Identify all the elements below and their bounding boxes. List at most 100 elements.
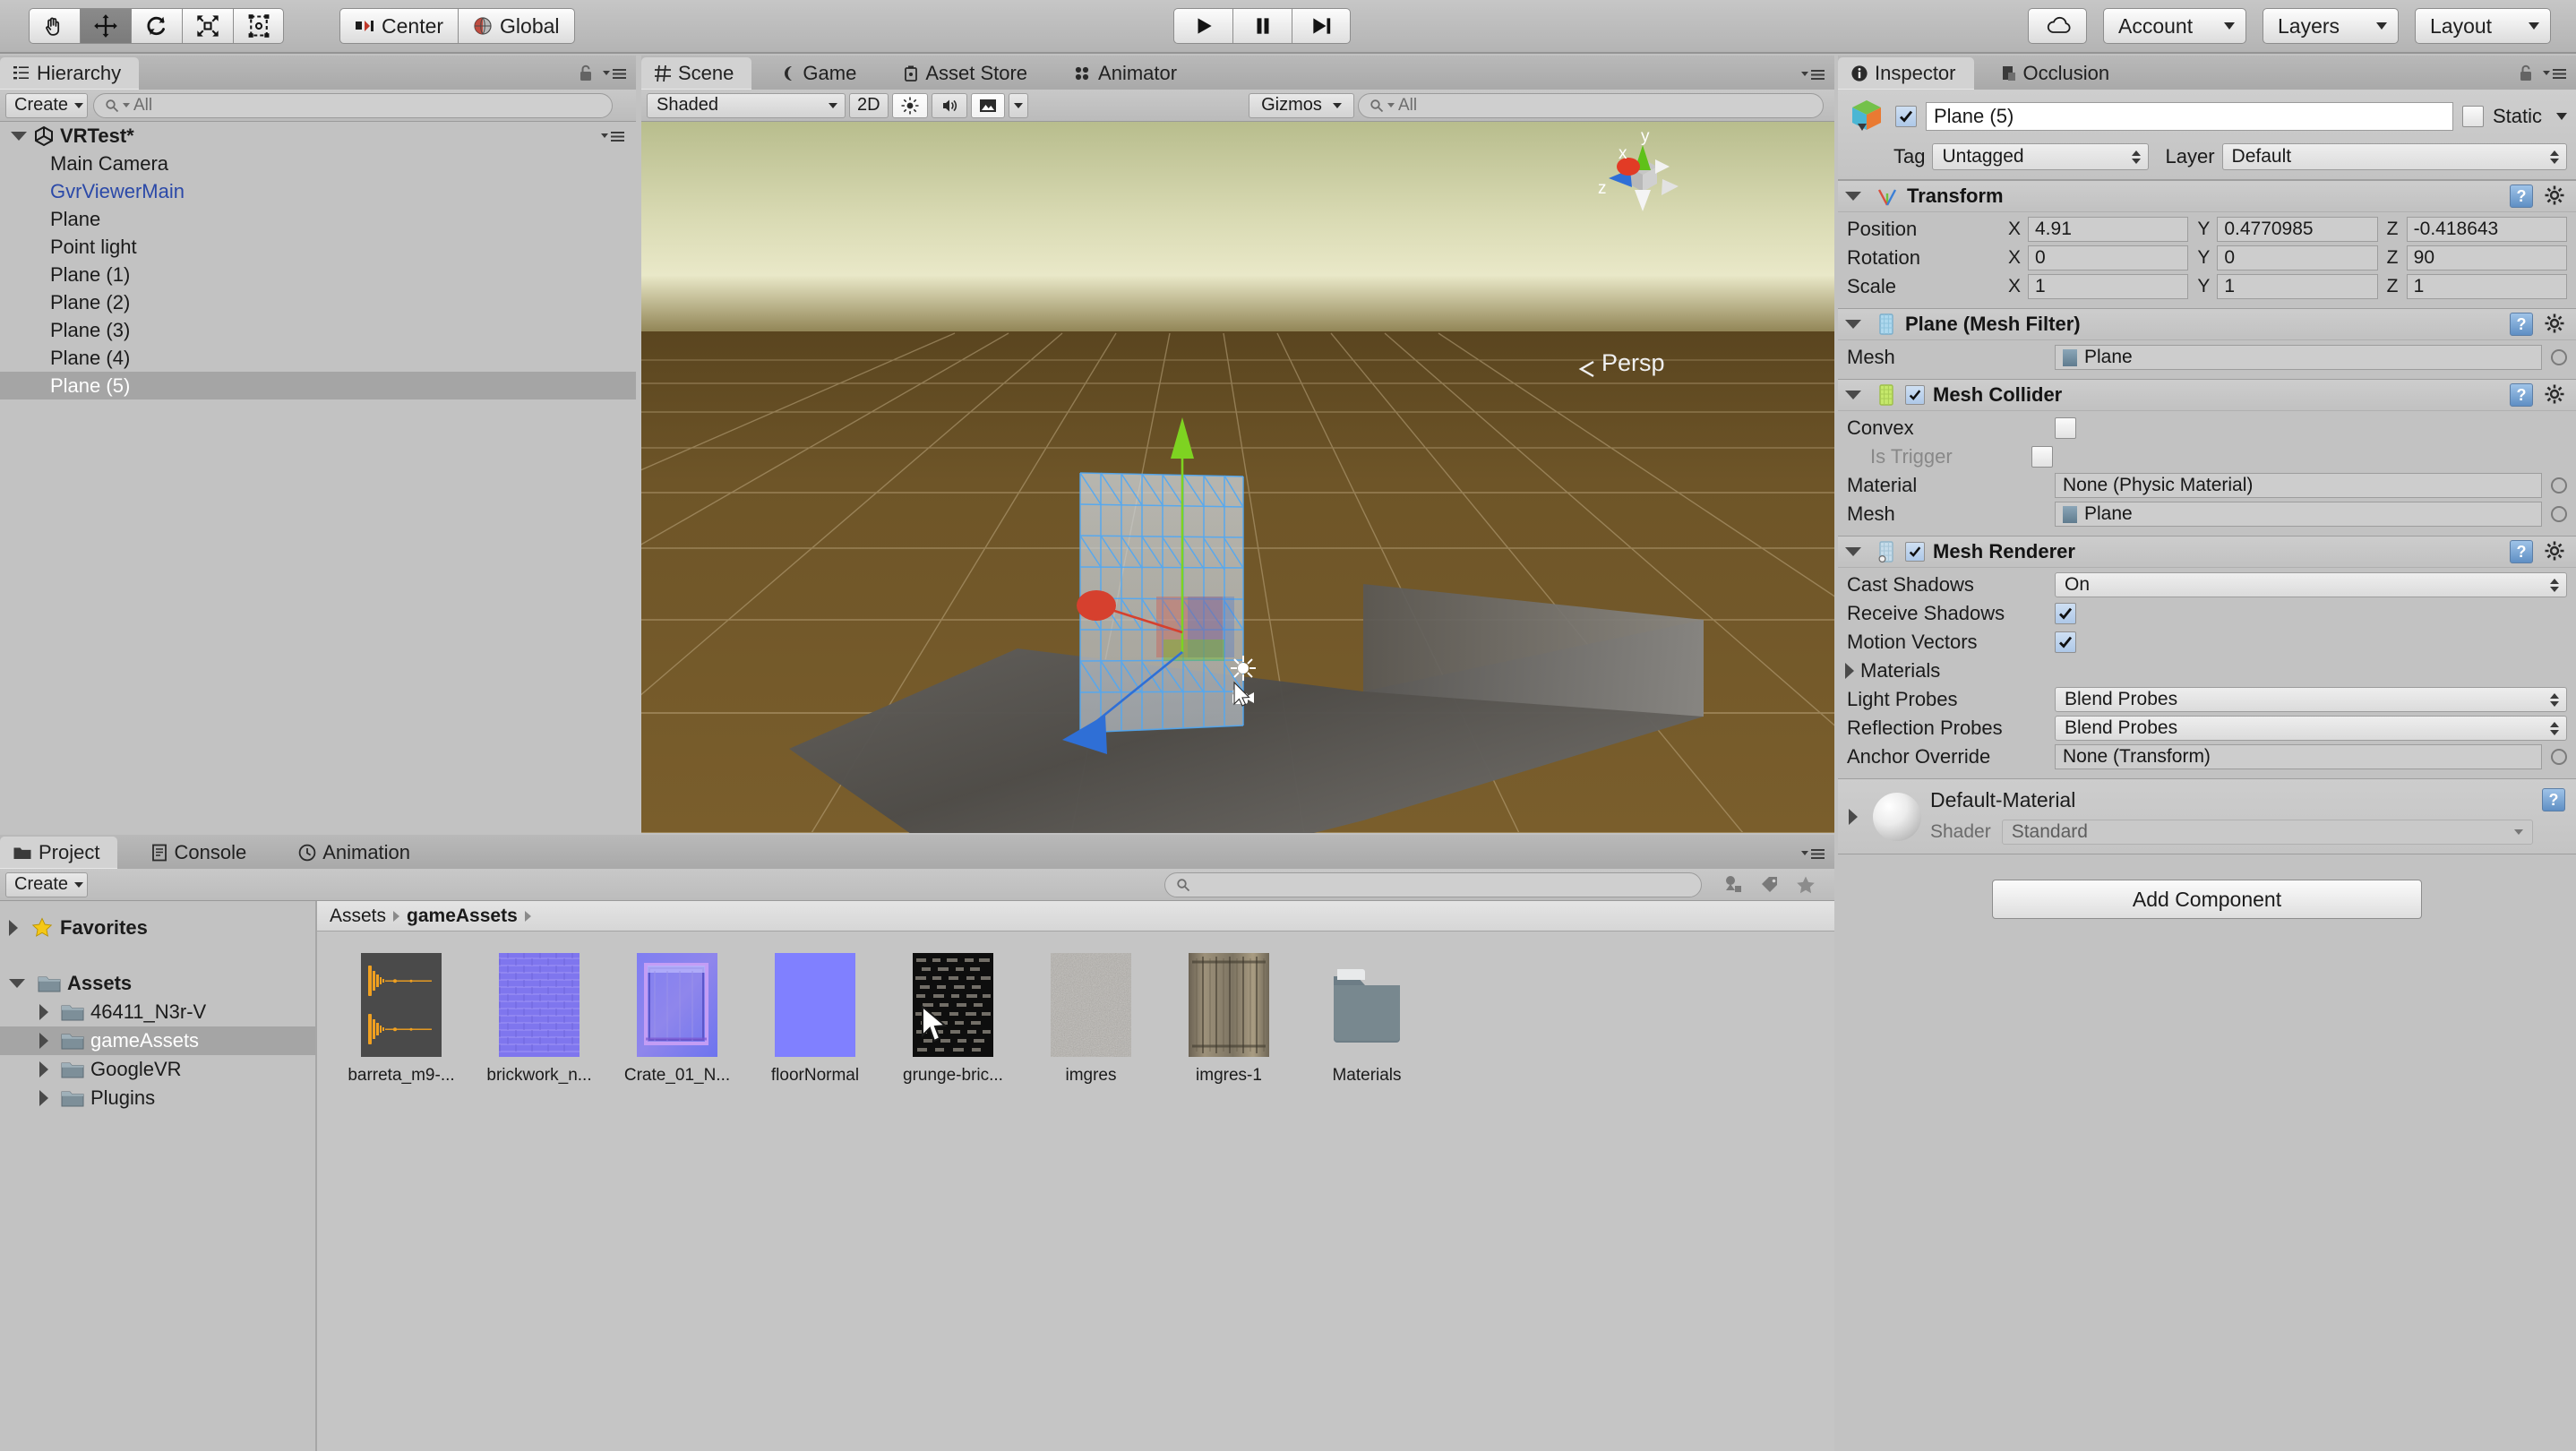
layout-dropdown[interactable]: Layout: [2415, 8, 2551, 44]
project-folder-row[interactable]: Plugins: [0, 1084, 315, 1112]
chevron-down-icon[interactable]: [2556, 113, 2567, 120]
hand-tool-button[interactable]: [29, 8, 80, 44]
gizmos-dropdown[interactable]: Gizmos: [1249, 93, 1354, 118]
tab-asset-store[interactable]: Asset Store: [890, 57, 1045, 90]
triangle-down-icon[interactable]: [1845, 391, 1861, 399]
asset-grid[interactable]: barreta_m9-...brickwork_n...Crate_01_N..…: [317, 932, 1834, 1107]
mesh-renderer-component-header[interactable]: Mesh Renderer ?: [1838, 536, 2576, 568]
reflection-probes-dropdown[interactable]: Blend Probes: [2055, 716, 2567, 741]
gameobject-enabled-checkbox[interactable]: [1895, 106, 1917, 127]
help-icon[interactable]: ?: [2510, 540, 2533, 563]
hierarchy-item[interactable]: Plane (1): [0, 261, 636, 288]
toggle-2d-button[interactable]: 2D: [849, 93, 889, 118]
mesh-renderer-enabled-checkbox[interactable]: [1905, 542, 1925, 562]
layer-dropdown[interactable]: Default: [2222, 143, 2567, 170]
panel-menu-icon[interactable]: [1800, 65, 1825, 83]
axis-z-input[interactable]: 1: [2407, 274, 2567, 299]
hierarchy-item[interactable]: Plane (4): [0, 344, 636, 372]
label-filter-icon[interactable]: [1759, 874, 1781, 896]
gear-icon[interactable]: [2544, 185, 2567, 208]
tab-inspector[interactable]: Inspector: [1838, 57, 1974, 90]
object-picker-icon[interactable]: [2551, 477, 2567, 494]
gizmo-plane-xz[interactable]: [1163, 640, 1224, 661]
asset-cell[interactable]: imgres: [1034, 953, 1148, 1086]
hierarchy-item[interactable]: Main Camera: [0, 150, 636, 177]
scene-search-input[interactable]: All: [1358, 93, 1824, 118]
help-icon[interactable]: ?: [2510, 313, 2533, 336]
tag-dropdown[interactable]: Untagged: [1932, 143, 2149, 170]
material-preview-block[interactable]: Default-Material Shader Standard ?: [1838, 778, 2576, 854]
add-component-button[interactable]: Add Component: [1992, 880, 2422, 919]
triangle-right-icon[interactable]: [1849, 809, 1858, 825]
project-search-input[interactable]: [1164, 872, 1702, 897]
help-icon[interactable]: ?: [2542, 788, 2565, 811]
axis-z-input[interactable]: -0.418643: [2407, 217, 2567, 242]
projection-mode-toggle[interactable]: Persp: [1581, 349, 1665, 376]
layers-dropdown[interactable]: Layers: [2263, 8, 2399, 44]
hierarchy-search-input[interactable]: All: [93, 93, 613, 118]
favorite-filter-icon[interactable]: [1795, 874, 1816, 896]
triangle-right-icon[interactable]: [1845, 663, 1854, 679]
tab-console[interactable]: Console: [139, 837, 264, 869]
asset-cell[interactable]: Materials: [1309, 953, 1424, 1086]
gizmo-arrow-x[interactable]: [1077, 590, 1116, 621]
object-name-input[interactable]: Plane (5): [1926, 102, 2453, 131]
triangle-right-icon[interactable]: [39, 1033, 48, 1049]
rect-transform-tool-button[interactable]: [233, 8, 284, 44]
mesh-filter-component-header[interactable]: Plane (Mesh Filter) ?: [1838, 308, 2576, 340]
project-folder-row[interactable]: 46411_N3r-V: [0, 998, 315, 1026]
pause-button[interactable]: [1232, 8, 1292, 44]
hierarchy-item[interactable]: Plane: [0, 205, 636, 233]
project-folder-row[interactable]: GoogleVR: [0, 1055, 315, 1084]
asset-cell[interactable]: barreta_m9-...: [344, 953, 459, 1086]
tab-scene[interactable]: Scene: [641, 57, 751, 90]
toggle-audio-button[interactable]: [932, 93, 967, 118]
triangle-down-icon[interactable]: [1845, 320, 1861, 329]
triangle-down-icon[interactable]: [9, 979, 25, 988]
gizmo-arrow-y[interactable]: [1171, 417, 1194, 459]
panel-menu-icon[interactable]: [602, 64, 627, 82]
axis-x-input[interactable]: 4.91: [2028, 217, 2188, 242]
project-favorites-row[interactable]: Favorites: [0, 914, 315, 942]
axis-y-input[interactable]: 0: [2217, 245, 2377, 270]
project-tree[interactable]: Favorites Assets46411_N3r-VgameAssetsGoo…: [0, 901, 315, 1451]
lock-icon[interactable]: [2518, 64, 2534, 83]
gear-icon[interactable]: [2544, 540, 2567, 563]
scene-menu-icon[interactable]: [600, 127, 625, 145]
axis-y-input[interactable]: 1: [2217, 274, 2377, 299]
point-light-gizmo-icon[interactable]: [1231, 656, 1256, 681]
lock-icon[interactable]: [578, 64, 594, 83]
axis-z-input[interactable]: 90: [2407, 245, 2567, 270]
object-picker-icon[interactable]: [2551, 506, 2567, 522]
transform-component-header[interactable]: Transform ?: [1838, 180, 2576, 212]
cloud-button[interactable]: [2028, 8, 2087, 44]
tab-animator[interactable]: Animator: [1061, 57, 1195, 90]
object-picker-icon[interactable]: [2551, 749, 2567, 765]
asset-cell[interactable]: Crate_01_N...: [620, 953, 734, 1086]
gizmo-cone-negx[interactable]: [1655, 159, 1670, 174]
fx-dropdown-button[interactable]: [1009, 93, 1028, 118]
axis-x-input[interactable]: 0: [2028, 245, 2188, 270]
triangle-right-icon[interactable]: [39, 1090, 48, 1106]
help-icon[interactable]: ?: [2510, 383, 2533, 407]
mesh-collider-component-header[interactable]: Mesh Collider ?: [1838, 379, 2576, 411]
object-picker-icon[interactable]: [2551, 349, 2567, 365]
cast-shadows-dropdown[interactable]: On: [2055, 572, 2567, 597]
tab-animation[interactable]: Animation: [286, 837, 428, 869]
hierarchy-item[interactable]: GvrViewerMain: [0, 177, 636, 205]
convex-checkbox[interactable]: [2055, 417, 2076, 439]
scale-tool-button[interactable]: [182, 8, 233, 44]
triangle-down-icon[interactable]: [1845, 192, 1861, 201]
play-button[interactable]: [1173, 8, 1232, 44]
breadcrumb-item-0[interactable]: Assets: [330, 906, 386, 927]
draw-mode-dropdown[interactable]: Shaded: [647, 93, 846, 118]
hierarchy-scene-root[interactable]: VRTest*: [0, 122, 636, 150]
axis-y-input[interactable]: 0.4770985: [2217, 217, 2377, 242]
triangle-right-icon[interactable]: [39, 1004, 48, 1020]
asset-cell[interactable]: grunge-bric...: [896, 953, 1010, 1086]
axis-x-input[interactable]: 1: [2028, 274, 2188, 299]
asset-cell[interactable]: imgres-1: [1172, 953, 1286, 1086]
hierarchy-create-button[interactable]: Create: [5, 93, 88, 118]
tab-project[interactable]: Project: [0, 837, 117, 869]
shader-dropdown[interactable]: Standard: [2002, 820, 2533, 845]
